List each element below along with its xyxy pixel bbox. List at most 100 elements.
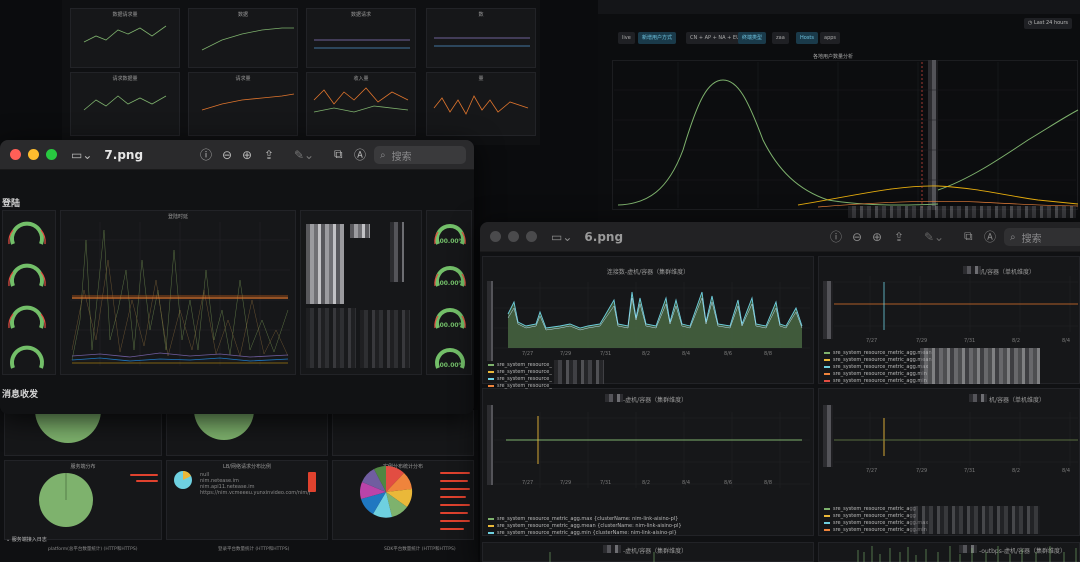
p1-date-6: 8/6 — [724, 351, 733, 357]
p2-date-3: 7/31 — [964, 338, 976, 344]
bottom-dashboard: 服务端分布 LB/网络请求分布比例 实例分布统计分布 null nim.nete… — [0, 410, 478, 562]
p1-legend-1: sre_system_resource_ — [488, 362, 552, 368]
info-icon-6[interactable]: ⓘ — [830, 228, 842, 245]
sidebar-toggle-icon-6[interactable]: ▭⌄ — [551, 230, 572, 244]
zoom-button-6[interactable] — [526, 231, 537, 242]
p4-legend-1: sre_system_resource_metric_agg — [824, 506, 916, 512]
traffic-lights-7 — [0, 149, 57, 160]
p2-date-5: 8/4 — [1062, 338, 1071, 344]
column-label-login: 登录平台数量统计 (HTTP和HTTPS) — [218, 547, 290, 552]
p2-legend-2: sre_system_resource_metric_agg.mean — [824, 357, 932, 363]
annotate-icon[interactable]: Ⓐ — [354, 146, 366, 163]
lb-legend: null nim.netease.im nim.api11.netease.im… — [200, 472, 310, 496]
preview-window-6[interactable]: ▭⌄ 6.png ⓘ ⊖ ⊕ ⇪ ✎⌄ ⧉ Ⓐ ⌕ 搜索 连接数-虚机/容器（集… — [480, 222, 1080, 562]
gauge-value-3: 100.00% — [435, 322, 465, 329]
p1-date-1: 7/27 — [522, 351, 534, 357]
p3-legend-2: sre_system_resource_metric_agg.mean {clu… — [488, 523, 682, 529]
column-label-sdk: SDK平台数量统计 (HTTP和HTTPS) — [384, 547, 456, 552]
gauge-value-2: 100.00% — [435, 280, 465, 287]
gauges-and-graph — [8, 221, 466, 369]
redacted-block-2 — [350, 224, 370, 238]
p3-date-7: 8/8 — [764, 480, 773, 486]
redacted-legend-2 — [136, 480, 158, 482]
p4-date-2: 7/29 — [916, 468, 928, 474]
share-icon-6[interactable]: ⇪ — [894, 230, 904, 244]
sidebar-toggle-icon[interactable]: ▭⌄ — [71, 148, 92, 162]
p3-date-4: 8/2 — [642, 480, 651, 486]
redacted-block-3 — [390, 222, 404, 282]
rotate-icon[interactable]: ⧉ — [334, 147, 343, 162]
p2-legend-1: sre_system_resource_metric_agg.mean — [824, 350, 932, 356]
right-chart-lines — [614, 62, 1079, 208]
redacted-p4-legend — [910, 506, 1040, 534]
p3-legend-3: sre_system_resource_metric_agg.min {clus… — [488, 530, 677, 536]
p3-date-6: 8/6 — [724, 480, 733, 486]
p3-date-5: 8/4 — [682, 480, 691, 486]
p4-date-5: 8/4 — [1062, 468, 1071, 474]
p3-date-3: 7/31 — [600, 480, 612, 486]
zoom-out-icon-6[interactable]: ⊖ — [852, 230, 862, 244]
right-dashboard: ◷ Last 24 hours live 新增用户方式 CN + AP + NA… — [598, 0, 1080, 222]
p1-date-2: 7/29 — [560, 351, 572, 357]
p4-date-1: 7/27 — [866, 468, 878, 474]
p3-date-1: 7/27 — [522, 480, 534, 486]
p1-date-3: 7/31 — [600, 351, 612, 357]
redacted-right-footer — [848, 206, 1076, 218]
redacted-block-5 — [360, 310, 410, 368]
p2-date-1: 7/27 — [866, 338, 878, 344]
p1-date-5: 8/4 — [682, 351, 691, 357]
markup-icon-6[interactable]: ✎⌄ — [924, 230, 944, 244]
preview-window-7[interactable]: ▭⌄ 7.png ⓘ ⊖ ⊕ ⇪ ✎⌄ ⧉ Ⓐ ⌕ 搜索 登陆 消息收发 登陆时… — [0, 140, 474, 414]
content-7: 登陆 消息收发 登陆时延 100.00% 100.00% 100.00% 100… — [0, 170, 474, 414]
redacted-block-4 — [306, 308, 356, 368]
titlebar-6[interactable]: ▭⌄ 6.png ⓘ ⊖ ⊕ ⇪ ✎⌄ ⧉ Ⓐ ⌕ 搜索 — [480, 222, 1080, 252]
search-placeholder-6: 搜索 — [1021, 233, 1042, 245]
content-6: 连接数-虚机/容器（集群维度） 机/容器（单机维度） -虚机/容器（集群维度） … — [480, 252, 1080, 562]
minimize-button[interactable] — [28, 149, 39, 160]
zoom-button[interactable] — [46, 149, 57, 160]
p1-date-4: 8/2 — [642, 351, 651, 357]
p4-date-4: 8/2 — [1012, 468, 1021, 474]
markup-icon[interactable]: ✎⌄ — [294, 148, 314, 162]
gauge-value-4: 100.00% — [435, 362, 465, 369]
zoom-out-icon[interactable]: ⊖ — [222, 148, 232, 162]
redacted-legend-1 — [130, 474, 158, 476]
redacted-block-1 — [306, 224, 344, 304]
instance-legend-redacted — [440, 470, 472, 536]
p2-legend-4: sre_system_resource_metric_agg.min — [824, 371, 927, 377]
column-label-platform: platform(总平台数量统计) (HTTP和HTTPS) — [48, 547, 138, 552]
bg-dashboard-lines — [83, 25, 530, 115]
search-placeholder: 搜索 — [391, 151, 412, 163]
p2-legend-3: sre_system_resource_metric_agg.max — [824, 364, 928, 370]
close-button[interactable] — [10, 149, 21, 160]
traffic-lights-6 — [480, 231, 537, 242]
annotate-icon-6[interactable]: Ⓐ — [984, 228, 996, 245]
p4-legend-2: sre_system_resource_metric_agg — [824, 513, 916, 519]
p1-legend-4: sre_system_resource_ — [488, 383, 552, 389]
p1-date-7: 8/8 — [764, 351, 773, 357]
titlebar-7[interactable]: ▭⌄ 7.png ⓘ ⊖ ⊕ ⇪ ✎⌄ ⧉ Ⓐ ⌕ 搜索 — [0, 140, 474, 170]
p3-legend-1: sre_system_resource_metric_agg.max {clus… — [488, 516, 678, 522]
share-icon[interactable]: ⇪ — [264, 148, 274, 162]
access-log-section[interactable]: ⌄ 服务端接入日志 — [6, 536, 47, 543]
p1-legend-3: sre_system_resource_ — [488, 376, 552, 382]
p2-date-4: 8/2 — [1012, 338, 1021, 344]
redacted-p1-legend — [554, 360, 604, 384]
close-button-6[interactable] — [490, 231, 501, 242]
p3-date-2: 7/29 — [560, 480, 572, 486]
window-filename: 7.png — [104, 147, 144, 162]
column-labels: platform(总平台数量统计) (HTTP和HTTPS) 登录平台数量统计 … — [0, 546, 478, 558]
minimize-button-6[interactable] — [508, 231, 519, 242]
p4-date-3: 7/31 — [964, 468, 976, 474]
redacted-p2-legend — [920, 348, 1040, 384]
zoom-in-icon[interactable]: ⊕ — [242, 148, 252, 162]
search-icon: ⌕ — [380, 149, 386, 161]
p2-date-2: 7/29 — [916, 338, 928, 344]
search-field[interactable]: ⌕ 搜索 — [374, 146, 466, 164]
search-field-6[interactable]: ⌕ 搜索 — [1004, 228, 1080, 246]
search-icon-6: ⌕ — [1010, 231, 1016, 243]
p2-legend-5: sre_system_resource_metric_agg.min — [824, 378, 927, 384]
info-icon[interactable]: ⓘ — [200, 146, 212, 163]
rotate-icon-6[interactable]: ⧉ — [964, 229, 973, 244]
zoom-in-icon-6[interactable]: ⊕ — [872, 230, 882, 244]
